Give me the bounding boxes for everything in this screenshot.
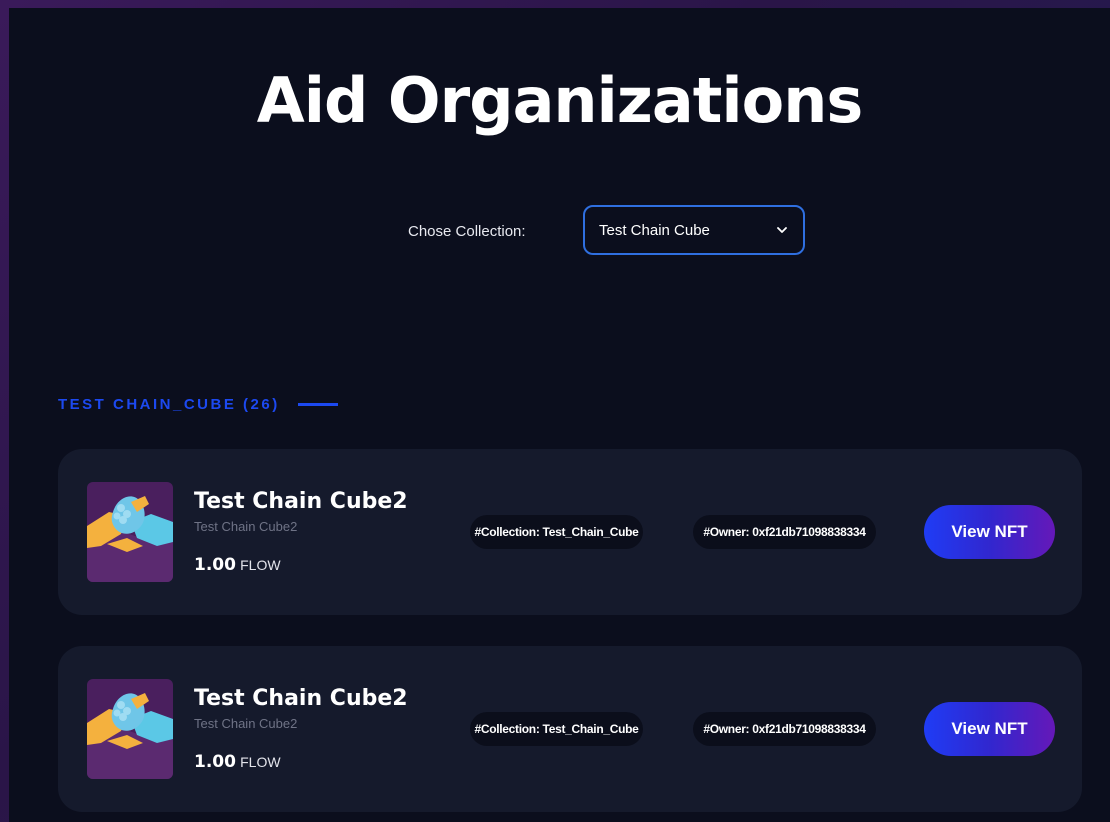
price-amount: 1.00 [194, 752, 236, 772]
section-heading: TEST CHAIN_CUBE (26) [58, 396, 338, 413]
nft-price: 1.00 FLOW [194, 555, 281, 575]
price-unit: FLOW [240, 754, 281, 770]
view-nft-button[interactable]: View NFT [924, 702, 1055, 756]
section-heading-text: TEST CHAIN_CUBE (26) [58, 396, 280, 413]
collection-tag: #Collection: Test_Chain_Cube [470, 515, 643, 549]
price-unit: FLOW [240, 557, 281, 573]
nft-price: 1.00 FLOW [194, 752, 281, 772]
handshake-icon [87, 679, 173, 779]
nft-card: Test Chain Cube2 Test Chain Cube2 1.00 F… [58, 449, 1082, 615]
collection-select[interactable]: Test Chain Cube [583, 205, 805, 255]
page-container: Aid Organizations Chose Collection: Test… [9, 8, 1110, 822]
owner-tag: #Owner: 0xf21db71098838334 [693, 515, 876, 549]
nft-name: Test Chain Cube2 [194, 686, 408, 711]
handshake-icon [87, 482, 173, 582]
nft-card: Test Chain Cube2 Test Chain Cube2 1.00 F… [58, 646, 1082, 812]
nft-subtitle: Test Chain Cube2 [194, 519, 298, 534]
page-title: Aid Organizations [256, 64, 864, 137]
collection-select-value: Test Chain Cube [599, 221, 710, 239]
owner-tag: #Owner: 0xf21db71098838334 [693, 712, 876, 746]
nft-subtitle: Test Chain Cube2 [194, 716, 298, 731]
collection-tag: #Collection: Test_Chain_Cube [470, 712, 643, 746]
price-amount: 1.00 [194, 555, 236, 575]
section-heading-divider [297, 403, 338, 406]
view-nft-button[interactable]: View NFT [924, 505, 1055, 559]
collection-picker-label: Chose Collection: [408, 223, 526, 240]
chevron-down-icon [775, 223, 789, 237]
nft-name: Test Chain Cube2 [194, 489, 408, 514]
